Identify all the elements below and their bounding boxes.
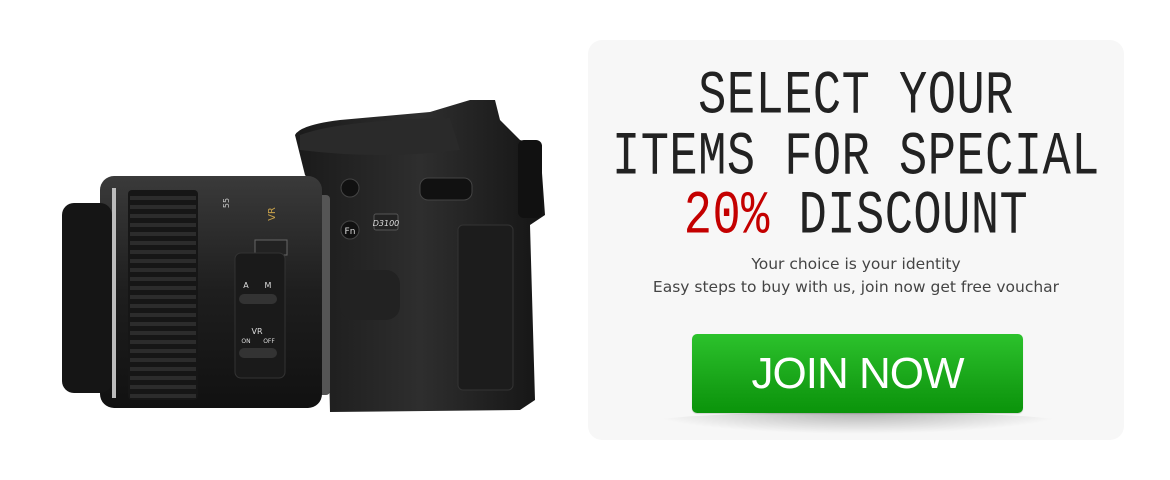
lens-rib (130, 295, 196, 299)
lens-rib (130, 376, 196, 380)
vr-on-label: ON (241, 338, 250, 345)
mf-label: M (265, 281, 272, 290)
lens-rib (130, 196, 196, 200)
headline-line-3: 20% DISCOUNT (588, 187, 1124, 248)
lens-rib (130, 313, 196, 317)
lens-rib (130, 358, 196, 362)
discount-value: 20% (683, 183, 770, 252)
subtitle-line-1: Your choice is your identity (751, 255, 961, 273)
model-badge: D3100 (373, 219, 400, 228)
vr-switch-label: VR (251, 327, 262, 336)
join-now-button[interactable]: JOIN NOW (692, 334, 1023, 413)
promo-panel: SELECT YOUR ITEMS FOR SPECIAL 20% DISCOU… (588, 40, 1124, 440)
af-label: A (243, 281, 249, 290)
lens-rib (130, 286, 196, 290)
zoom-ring-ribs (130, 196, 196, 398)
lens-rib (130, 214, 196, 218)
lens-rib (130, 259, 196, 263)
lens-rib (130, 304, 196, 308)
camera-image: Fn D3100 VR 55 A M VR ON OFF (62, 100, 545, 412)
lens-rib (130, 322, 196, 326)
lens-rib (130, 394, 196, 398)
lens-rib (130, 277, 196, 281)
lens-rib (130, 367, 196, 371)
lens-rib (130, 205, 196, 209)
headline-line-2: ITEMS FOR SPECIAL (612, 124, 1100, 193)
focal-length-mark: 55 (222, 198, 231, 208)
vr-off-label: OFF (263, 338, 275, 345)
lens-rib (130, 385, 196, 389)
headline-line-1: SELECT YOUR (698, 63, 1014, 132)
button-shadow (648, 412, 1068, 434)
lens-rib (130, 223, 196, 227)
lens-rib (130, 250, 196, 254)
subtitle-line-2: Easy steps to buy with us, join now get … (652, 278, 1060, 296)
lens-rib (130, 349, 196, 353)
lens-rib (130, 340, 196, 344)
lens-rib (130, 331, 196, 335)
discount-word: DISCOUNT (798, 183, 1029, 252)
lens-rib (130, 232, 196, 236)
vr-badge: VR (267, 207, 278, 221)
lens-rib (130, 241, 196, 245)
lens-rib (130, 268, 196, 272)
fn-button-label: Fn (345, 227, 356, 237)
